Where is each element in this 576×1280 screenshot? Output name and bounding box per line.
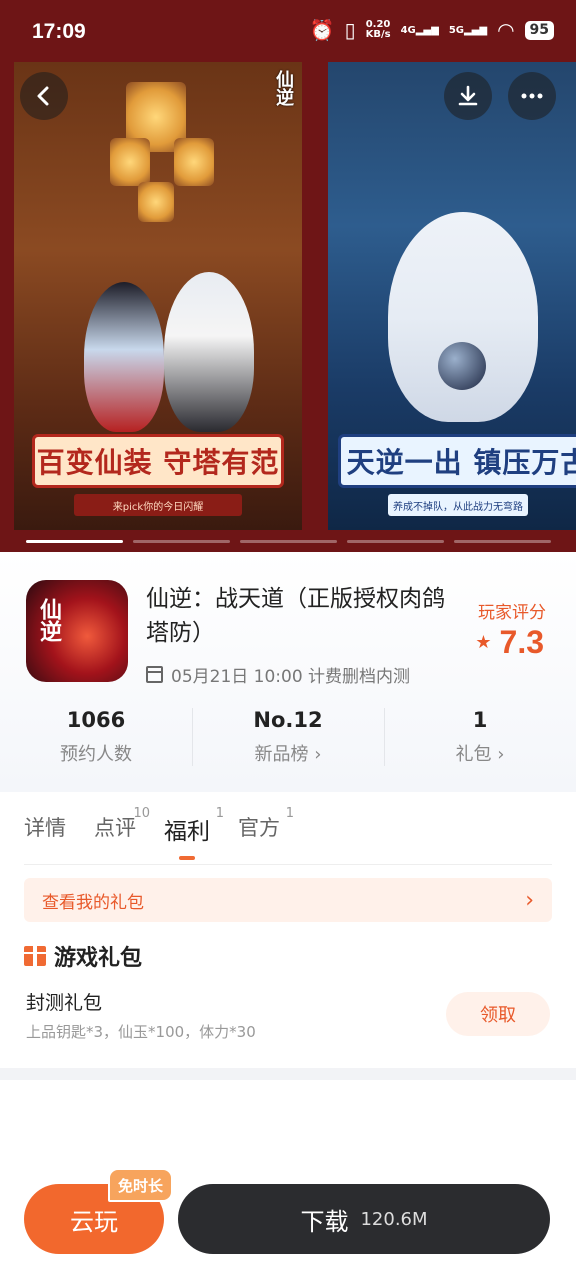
- stat-value: 1066: [66, 708, 126, 732]
- character-figure: [164, 272, 254, 432]
- stat-reservations: 1066 预约人数: [0, 702, 192, 772]
- tab-details[interactable]: 详情: [24, 812, 66, 846]
- orb-shape: [438, 342, 486, 390]
- tab-badge: 1: [215, 806, 224, 821]
- wifi-icon: ◠: [497, 18, 515, 42]
- header-gallery: 17:09 ⏰ ▯ 0.20 KB/s 4G▂▄▆ 5G▂▄▆ ◠ 95 仙逆 …: [0, 0, 576, 552]
- signal-4g-icon: 4G▂▄▆: [400, 24, 439, 36]
- character-figure: [388, 212, 538, 422]
- status-time: 17:09: [32, 20, 86, 43]
- gift-icon: [24, 946, 46, 966]
- free-duration-tag: 免时长: [108, 1168, 174, 1202]
- carousel-dot: [454, 540, 551, 543]
- carousel-dot: [240, 540, 337, 543]
- status-bar: 17:09 ⏰ ▯ 0.20 KB/s 4G▂▄▆ 5G▂▄▆ ◠ 95: [0, 0, 576, 62]
- content-sheet: 详情 点评 10 福利 1 官方 1 查看我的礼包 › 游戏礼包 封测礼包 上品钥匙*…: [0, 792, 576, 1068]
- my-gifts-link[interactable]: 查看我的礼包 ›: [24, 878, 552, 922]
- section-divider: [0, 1068, 576, 1080]
- carousel-indicator: [26, 540, 551, 543]
- calendar-icon: [146, 666, 163, 683]
- app-icon-text: 仙逆: [36, 598, 61, 642]
- tab-label: 详情: [24, 816, 66, 840]
- carousel-dot: [347, 540, 444, 543]
- net-speed-unit: KB/s: [365, 29, 391, 40]
- carousel-dot: [26, 540, 123, 543]
- banner-image-2[interactable]: 天逆一出 镇压万古 养成不掉队，从此战力无弯路: [328, 62, 576, 530]
- status-icons: ⏰ ▯ 0.20 KB/s 4G▂▄▆ 5G▂▄▆ ◠ 95: [310, 20, 554, 40]
- download-button[interactable]: 下载 120.6M: [178, 1184, 550, 1254]
- claim-button[interactable]: 领取: [446, 992, 550, 1036]
- signal-5g-icon: 5G▂▄▆: [448, 24, 488, 36]
- more-button[interactable]: [508, 72, 556, 120]
- download-label: 下载: [300, 1207, 349, 1236]
- carousel-dot: [133, 540, 230, 543]
- tab-benefits[interactable]: 福利 1: [164, 806, 224, 860]
- gift-section-title: 游戏礼包: [24, 940, 142, 972]
- stats-row: 1066 预约人数 No.12 新品榜 › 1 礼包 ›: [0, 702, 576, 772]
- stat-new-chart[interactable]: No.12 新品榜 ›: [192, 702, 384, 772]
- game-logo: 仙逆: [273, 70, 294, 106]
- net-speed: 0.20 KB/s: [366, 20, 391, 40]
- tab-badge: 1: [285, 806, 294, 821]
- app-icon[interactable]: 仙逆: [26, 580, 128, 682]
- lantern-shape: [138, 182, 174, 222]
- chevron-right-icon: ›: [525, 887, 534, 913]
- tab-badge: 10: [133, 806, 150, 821]
- lantern-shape: [110, 138, 150, 186]
- tab-label: 点评: [94, 816, 136, 840]
- character-figure: [84, 282, 164, 432]
- stat-label: 新品榜 ›: [254, 744, 322, 765]
- bottom-action-bar: 云玩 免时长 下载 120.6M: [0, 1150, 576, 1280]
- stat-label: 礼包 ›: [455, 744, 505, 765]
- rating-value: 7.3: [499, 624, 544, 660]
- download-icon: [458, 85, 478, 106]
- gift-name: 封测礼包: [26, 992, 103, 1014]
- stat-value: No.12: [253, 708, 323, 732]
- download-image-button[interactable]: [444, 72, 492, 120]
- star-icon: ★: [475, 632, 492, 653]
- back-button[interactable]: [20, 72, 68, 120]
- stat-label: 预约人数: [60, 744, 132, 765]
- alarm-icon: ⏰: [309, 18, 335, 42]
- tab-label: 福利: [164, 819, 210, 845]
- app-info: 仙逆 仙逆：战天道（正版授权肉鸽塔防） 05月21日 10:00 计费删档内测 …: [0, 552, 576, 792]
- vibrate-icon: ▯: [344, 18, 356, 42]
- tab-reviews[interactable]: 点评 10: [94, 806, 150, 846]
- app-title: 仙逆：战天道（正版授权肉鸽塔防）: [146, 586, 445, 646]
- banner-image-1[interactable]: 仙逆 百变仙装 守塔有范 来pick你的今日闪耀: [14, 62, 302, 530]
- stat-gifts[interactable]: 1 礼包 ›: [384, 702, 576, 772]
- lantern-shape: [174, 138, 214, 186]
- schedule-text: 05月21日 10:00 计费删档内测: [171, 667, 411, 687]
- tab-label: 官方: [238, 816, 280, 840]
- banner-subcaption: 来pick你的今日闪耀: [74, 494, 242, 516]
- tab-divider: [24, 864, 552, 865]
- signal-4g-label: 4G: [400, 24, 416, 36]
- stat-value: 1: [472, 708, 488, 732]
- back-arrow-icon: [37, 86, 49, 106]
- test-schedule: 05月21日 10:00 计费删档内测: [146, 662, 410, 687]
- more-icon: [521, 93, 543, 99]
- section-title-text: 游戏礼包: [54, 946, 143, 971]
- battery-indicator: 95: [524, 20, 554, 40]
- download-size: 120.6M: [360, 1208, 428, 1230]
- signal-5g-label: 5G: [448, 24, 464, 36]
- gift-description: 上品钥匙*3，仙玉*100，体力*30: [26, 1023, 256, 1041]
- tab-official[interactable]: 官方 1: [238, 806, 294, 846]
- banner-caption: 百变仙装 守塔有范: [32, 434, 284, 488]
- tab-bar: 详情 点评 10 福利 1 官方 1: [24, 806, 294, 860]
- my-gifts-label: 查看我的礼包: [42, 892, 144, 913]
- banner-caption: 天逆一出 镇压万古: [338, 434, 576, 488]
- rating-label: 玩家评分: [478, 603, 546, 623]
- banner-subcaption: 养成不掉队，从此战力无弯路: [388, 494, 528, 516]
- rating: ★ 7.3: [475, 624, 544, 661]
